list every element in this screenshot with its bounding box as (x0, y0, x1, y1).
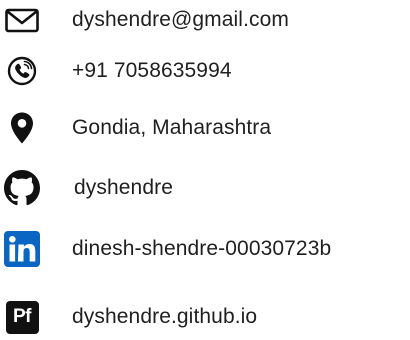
linkedin-text[interactable]: dinesh-shendre-00030723b (72, 229, 331, 269)
contact-github[interactable]: dyshendre (0, 168, 410, 208)
location-text: Gondia, Maharashtra (72, 116, 272, 139)
envelope-icon (4, 0, 40, 40)
portfolio-icon: Pf (4, 297, 40, 337)
map-pin-icon (4, 108, 40, 148)
contact-linkedin[interactable]: dinesh-shendre-00030723b (0, 229, 410, 269)
contact-phone[interactable]: +91 7058635994 (0, 51, 410, 91)
portfolio-text[interactable]: dyshendre.github.io (72, 297, 257, 337)
linkedin-icon (4, 229, 40, 269)
email-text[interactable]: dyshendre@gmail.com (72, 0, 289, 40)
github-text[interactable]: dyshendre (74, 168, 173, 208)
phone-icon (4, 51, 40, 91)
contact-email[interactable]: dyshendre@gmail.com (0, 0, 410, 40)
portfolio-badge: Pf (5, 300, 39, 334)
phone-text[interactable]: +91 7058635994 (72, 51, 232, 91)
contact-portfolio[interactable]: Pf dyshendre.github.io (0, 297, 410, 337)
github-icon (4, 168, 40, 208)
contact-location: Gondia, Maharashtra (0, 108, 410, 148)
